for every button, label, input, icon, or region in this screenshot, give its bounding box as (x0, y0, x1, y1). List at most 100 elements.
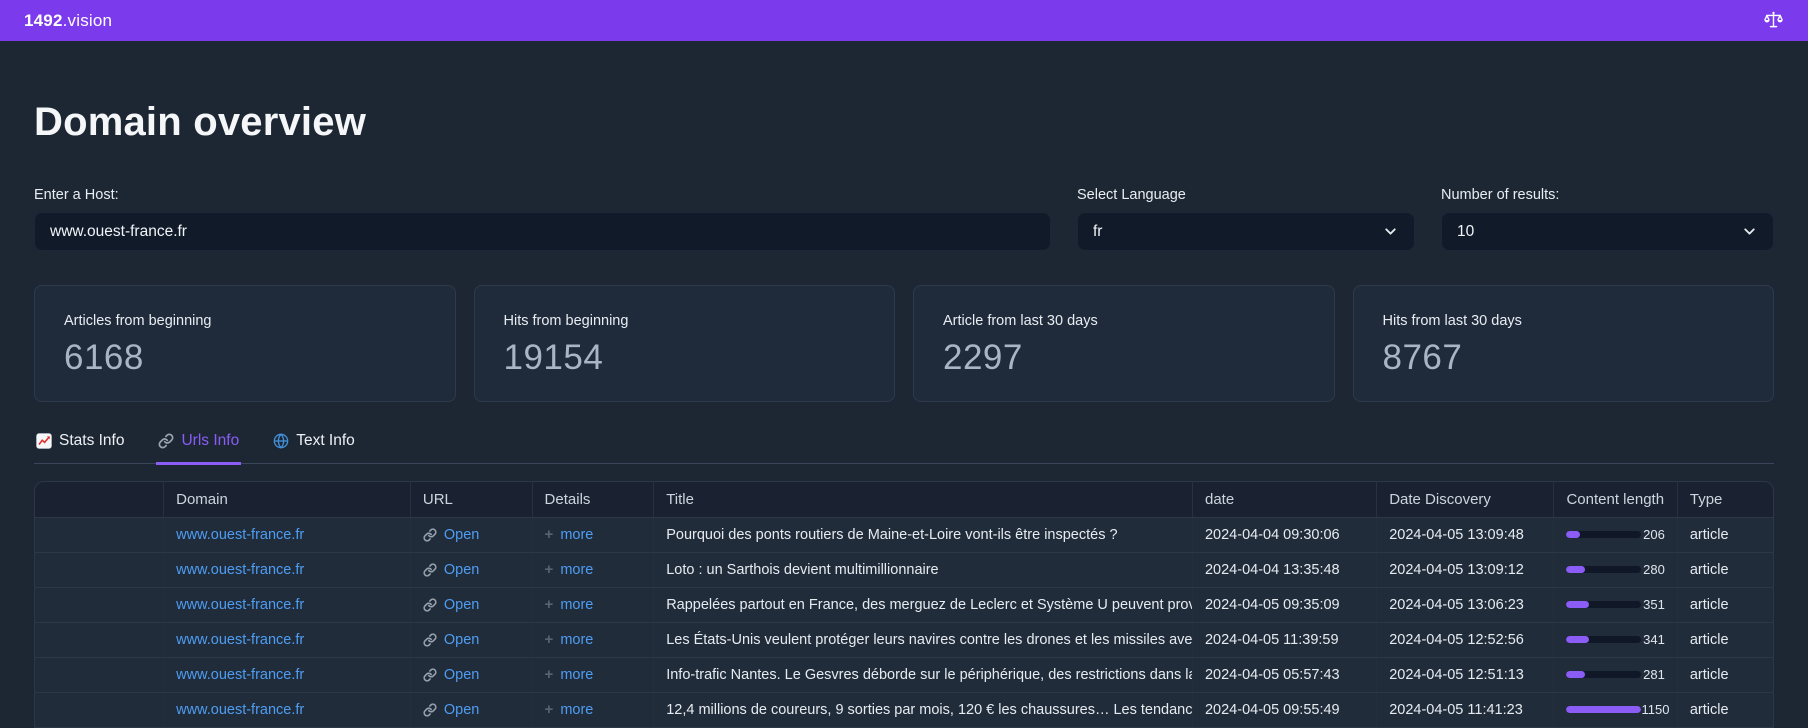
domain-link[interactable]: www.ouest-france.fr (176, 562, 304, 578)
row-empty-cell (35, 657, 164, 692)
link-icon (423, 563, 437, 577)
language-select[interactable]: fr (1077, 212, 1415, 251)
brand-rest: .vision (63, 11, 113, 30)
title-cell: Les États-Unis veulent protéger leurs na… (654, 622, 1193, 657)
date-cell: 2024-04-05 09:35:09 (1192, 587, 1376, 622)
controls-row: Enter a Host: Select Language fr Number … (34, 187, 1774, 251)
content-length-cell: 206 (1554, 517, 1677, 552)
more-link[interactable]: +more (545, 701, 642, 718)
stat-label: Article from last 30 days (943, 313, 1305, 329)
stat-card-articles-total: Articles from beginning 6168 (34, 285, 456, 402)
tab-bar: Stats Info Urls Info Text Info (34, 426, 1774, 464)
col-header-domain: Domain (164, 482, 411, 517)
link-icon (423, 668, 437, 682)
title-cell: Rappelées partout en France, des merguez… (654, 587, 1193, 622)
table-row: www.ouest-france.fr Open +more Loto : un… (35, 552, 1773, 587)
title-cell: Info-trafic Nantes. Le Gesvres déborde s… (654, 657, 1193, 692)
date-discovery-cell: 2024-04-05 13:09:48 (1377, 517, 1554, 552)
row-empty-cell (35, 552, 164, 587)
link-icon (423, 598, 437, 612)
domain-link[interactable]: www.ouest-france.fr (176, 702, 304, 718)
date-cell: 2024-04-04 09:30:06 (1192, 517, 1376, 552)
results-select-value: 10 (1457, 223, 1474, 241)
table-row: www.ouest-france.fr Open +more Les États… (35, 622, 1773, 657)
link-icon (158, 433, 174, 449)
table-row: www.ouest-france.fr Open +more Info-traf… (35, 657, 1773, 692)
tab-urls-info[interactable]: Urls Info (156, 426, 241, 465)
plus-icon: + (545, 526, 554, 543)
plus-icon: + (545, 666, 554, 683)
type-cell: article (1677, 622, 1773, 657)
date-cell: 2024-04-05 09:55:49 (1192, 692, 1376, 727)
brand-logo[interactable]: 1492.vision (24, 11, 112, 31)
title-cell: Pourquoi des ponts routiers de Maine-et-… (654, 517, 1193, 552)
domain-link[interactable]: www.ouest-france.fr (176, 632, 304, 648)
content-length-bar (1566, 601, 1641, 608)
globe-icon (273, 433, 289, 449)
more-link[interactable]: +more (545, 666, 642, 683)
plus-icon: + (545, 631, 554, 648)
type-cell: article (1677, 517, 1773, 552)
open-link[interactable]: Open (423, 632, 520, 648)
language-select-value: fr (1093, 223, 1102, 241)
open-link[interactable]: Open (423, 597, 520, 613)
plus-icon: + (545, 561, 554, 578)
col-header-date: date (1192, 482, 1376, 517)
more-link[interactable]: +more (545, 631, 642, 648)
stat-label: Hits from beginning (504, 313, 866, 329)
open-link[interactable]: Open (423, 527, 520, 543)
open-link[interactable]: Open (423, 667, 520, 683)
row-empty-cell (35, 517, 164, 552)
host-label: Enter a Host: (34, 187, 1051, 203)
link-icon (423, 633, 437, 647)
content-length-cell: 1150 (1554, 692, 1677, 727)
col-header-url: URL (410, 482, 532, 517)
stat-label: Hits from last 30 days (1383, 313, 1745, 329)
open-link[interactable]: Open (423, 702, 520, 718)
title-cell: 12,4 millions de coureurs, 9 sorties par… (654, 692, 1193, 727)
link-icon (423, 528, 437, 542)
content-length-bar (1566, 706, 1641, 713)
domain-link[interactable]: www.ouest-france.fr (176, 597, 304, 613)
row-empty-cell (35, 587, 164, 622)
date-discovery-cell: 2024-04-05 11:41:23 (1377, 692, 1554, 727)
stat-card-hits-total: Hits from beginning 19154 (474, 285, 896, 402)
plus-icon: + (545, 701, 554, 718)
tab-text-info[interactable]: Text Info (271, 426, 357, 465)
col-header-date-discovery: Date Discovery (1377, 482, 1554, 517)
content-length-bar (1566, 566, 1641, 573)
title-cell: Loto : un Sarthois devient multimillionn… (654, 552, 1193, 587)
content-length-cell: 280 (1554, 552, 1677, 587)
domain-link[interactable]: www.ouest-france.fr (176, 667, 304, 683)
col-header-type: Type (1677, 482, 1773, 517)
row-empty-cell (35, 692, 164, 727)
tab-label: Text Info (296, 432, 355, 450)
tab-label: Stats Info (59, 432, 124, 450)
urls-table: Domain URL Details Title date Date Disco… (34, 481, 1774, 728)
top-navbar: 1492.vision (0, 0, 1808, 41)
chevron-down-icon (1741, 223, 1758, 240)
chevron-down-icon (1382, 223, 1399, 240)
host-input[interactable] (34, 212, 1051, 251)
domain-link[interactable]: www.ouest-france.fr (176, 527, 304, 543)
stat-value: 8767 (1383, 338, 1745, 378)
content-length-cell: 341 (1554, 622, 1677, 657)
stat-card-hits-30d: Hits from last 30 days 8767 (1353, 285, 1775, 402)
content-length-bar (1566, 531, 1641, 538)
date-discovery-cell: 2024-04-05 12:52:56 (1377, 622, 1554, 657)
type-cell: article (1677, 657, 1773, 692)
table-row: www.ouest-france.fr Open +more 12,4 mill… (35, 692, 1773, 727)
scales-icon (1763, 10, 1784, 31)
type-cell: article (1677, 552, 1773, 587)
chart-icon (36, 433, 52, 449)
type-cell: article (1677, 692, 1773, 727)
more-link[interactable]: +more (545, 596, 642, 613)
more-link[interactable]: +more (545, 526, 642, 543)
tab-stats-info[interactable]: Stats Info (34, 426, 126, 465)
open-link[interactable]: Open (423, 562, 520, 578)
more-link[interactable]: +more (545, 561, 642, 578)
stat-value: 19154 (504, 338, 866, 378)
results-select[interactable]: 10 (1441, 212, 1774, 251)
link-icon (423, 703, 437, 717)
stat-card-articles-30d: Article from last 30 days 2297 (913, 285, 1335, 402)
